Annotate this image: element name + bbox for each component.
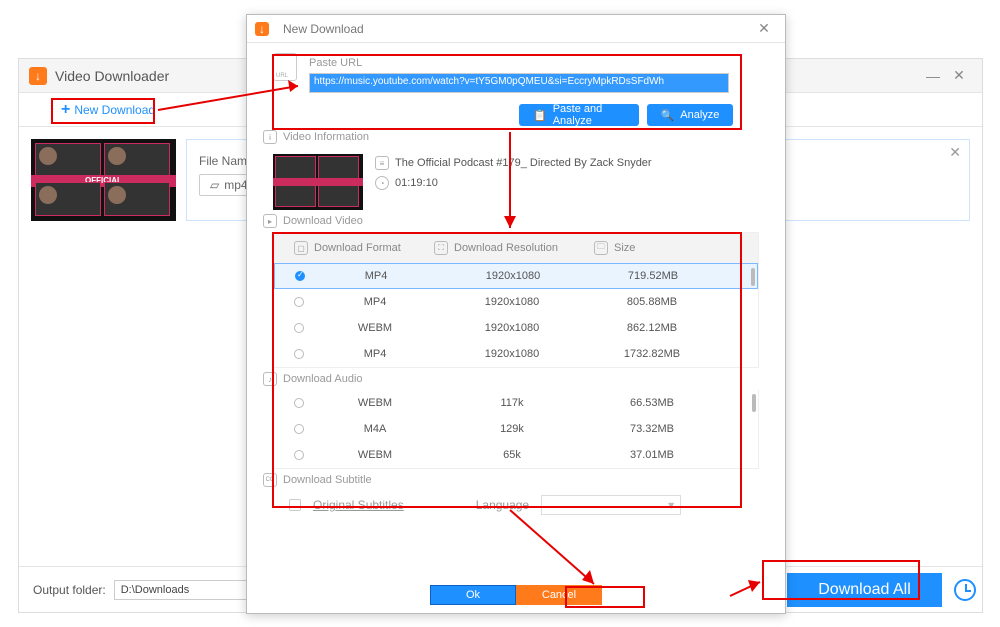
dialog-logo-icon: [255, 22, 269, 36]
analyze-button[interactable]: 🔍Analyze: [647, 104, 733, 126]
radio-icon[interactable]: [294, 424, 304, 434]
title-icon: ≡: [375, 156, 389, 170]
download-video-label: Download Video: [283, 215, 363, 227]
row-size: 1732.82MB: [592, 348, 712, 360]
col-resolution: Download Resolution: [454, 242, 558, 254]
scrollbar[interactable]: [752, 394, 756, 412]
format-icon: ▢: [294, 241, 308, 255]
scrollbar[interactable]: [751, 268, 755, 286]
dialog-title: New Download: [283, 22, 751, 36]
app-logo-icon: [29, 67, 47, 85]
row-resolution: 1920x1080: [432, 348, 592, 360]
row-bitrate: 117k: [432, 397, 592, 409]
video-row[interactable]: MP4 1920x1080 805.88MB: [274, 289, 758, 315]
radio-icon[interactable]: [294, 297, 304, 307]
video-row[interactable]: MP4 1920x1080 1732.82MB: [274, 341, 758, 367]
resolution-icon: ⛶: [434, 241, 448, 255]
radio-icon[interactable]: [294, 450, 304, 460]
video-row[interactable]: MP4 1920x1080 719.52MB: [274, 263, 758, 289]
orig-subtitles-checkbox[interactable]: [289, 499, 301, 511]
row-size: 73.32MB: [592, 423, 712, 435]
video-title: The Official Podcast #179_ Directed By Z…: [395, 157, 652, 169]
audio-icon: ♪: [263, 372, 277, 386]
video-table: ▢ Download Format ⛶ Download Resolution 🗀 S…: [273, 232, 759, 368]
scheduler-icon[interactable]: [954, 579, 976, 601]
paste-icon: 📋: [533, 109, 547, 122]
video-info-label: Video Information: [283, 131, 369, 143]
row-resolution: 1920x1080: [432, 322, 592, 334]
row-size: 862.12MB: [592, 322, 712, 334]
video-row[interactable]: WEBM 1920x1080 862.12MB: [274, 315, 758, 341]
row-format: MP4: [319, 270, 433, 282]
orig-subtitles-label[interactable]: Original Subtitles: [313, 498, 404, 512]
row-format: M4A: [318, 423, 432, 435]
url-icon: [273, 53, 297, 81]
new-download-button[interactable]: New Download: [53, 98, 163, 122]
size-icon: 🗀: [594, 241, 608, 255]
video-icon: ▸: [263, 214, 277, 228]
dialog-thumbnail: [273, 154, 363, 210]
row-bitrate: 129k: [432, 423, 592, 435]
panel-close-icon[interactable]: ✕: [949, 144, 961, 161]
dialog-close-icon[interactable]: ✕: [751, 19, 777, 39]
dialog-titlebar: New Download ✕: [247, 15, 785, 43]
row-format: WEBM: [318, 449, 432, 461]
row-size: 805.88MB: [592, 296, 712, 308]
new-download-dialog: New Download ✕ Paste URL https://music.y…: [246, 14, 786, 614]
radio-icon[interactable]: [294, 398, 304, 408]
row-size: 719.52MB: [593, 270, 713, 282]
row-format: MP4: [318, 296, 432, 308]
cc-icon: CC: [263, 473, 277, 487]
col-format: Download Format: [314, 242, 401, 254]
video-info: ≡ The Official Podcast #179_ Directed By …: [273, 154, 759, 210]
search-icon: 🔍: [661, 109, 675, 122]
download-audio-label: Download Audio: [283, 373, 363, 385]
col-size: Size: [614, 242, 635, 254]
output-folder-label: Output folder:: [33, 583, 106, 597]
minimize-button[interactable]: —: [920, 66, 946, 86]
audio-row[interactable]: M4A 129k 73.32MB: [274, 416, 758, 442]
row-resolution: 1920x1080: [432, 296, 592, 308]
video-duration: 01:19:10: [395, 177, 438, 189]
info-icon: i: [263, 130, 277, 144]
language-select[interactable]: ▾: [541, 495, 681, 515]
row-resolution: 1920x1080: [433, 270, 593, 282]
row-format: MP4: [318, 348, 432, 360]
radio-icon[interactable]: [294, 349, 304, 359]
video-thumbnail: OFFICIAL: [31, 139, 176, 221]
paste-url-label: Paste URL: [309, 57, 362, 69]
cancel-button[interactable]: Cancel: [516, 585, 602, 605]
audio-row[interactable]: WEBM 65k 37.01MB: [274, 442, 758, 468]
download-all-button[interactable]: Download All: [787, 573, 942, 607]
radio-icon[interactable]: [294, 323, 304, 333]
clock-icon: ◔: [375, 176, 389, 190]
paste-analyze-button[interactable]: 📋Paste and Analyze: [519, 104, 639, 126]
ok-button[interactable]: Ok: [430, 585, 516, 605]
url-input[interactable]: https://music.youtube.com/watch?v=tY5GM0…: [309, 73, 729, 93]
file-icon: ▱: [210, 178, 219, 192]
audio-table: WEBM 117k 66.53MB M4A 129k 73.32MB WEBM …: [273, 390, 759, 469]
row-size: 66.53MB: [592, 397, 712, 409]
radio-icon[interactable]: [295, 271, 305, 281]
language-label: Language: [476, 498, 529, 512]
row-format: WEBM: [318, 397, 432, 409]
close-button[interactable]: ✕: [946, 66, 972, 86]
download-subtitle-label: Download Subtitle: [283, 474, 372, 486]
row-size: 37.01MB: [592, 449, 712, 461]
row-bitrate: 65k: [432, 449, 592, 461]
dialog-footer: Ok Cancel: [247, 585, 785, 613]
audio-row[interactable]: WEBM 117k 66.53MB: [274, 390, 758, 416]
row-format: WEBM: [318, 322, 432, 334]
